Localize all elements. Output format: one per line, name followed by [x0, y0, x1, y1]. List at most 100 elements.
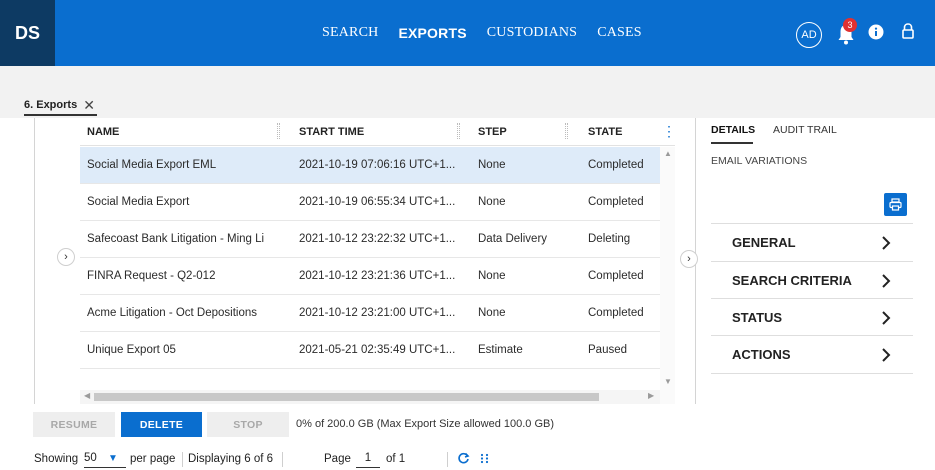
chevron-down-icon: ▼	[108, 453, 118, 464]
cell-step: None	[478, 159, 506, 171]
pager-showing-label: Showing	[34, 453, 79, 465]
table-row[interactable]: Safecoast Bank Litigation - Ming Li 2021…	[80, 221, 660, 258]
cell-start-time: 2021-10-12 23:21:36 UTC+1...	[299, 270, 456, 282]
cell-state: Completed	[588, 196, 644, 208]
section-label: STATUS	[732, 310, 783, 325]
table-row[interactable]: Social Media Export 2021-10-19 06:55:34 …	[80, 184, 660, 221]
column-header-name[interactable]: NAME	[87, 118, 119, 146]
nav-search[interactable]: SEARCH	[322, 25, 378, 41]
cell-start-time: 2021-10-12 23:22:32 UTC+1...	[299, 233, 456, 245]
delete-button[interactable]: DELETE	[121, 412, 202, 437]
info-icon[interactable]	[868, 24, 884, 40]
cell-step: Data Delivery	[478, 233, 548, 245]
cell-state: Completed	[588, 159, 644, 171]
expand-details-chevron-icon[interactable]: ›	[680, 250, 698, 268]
tab-details[interactable]: DETAILS	[711, 124, 755, 136]
displaying-count: Displaying 6 of 6	[188, 453, 274, 465]
column-header-start-time[interactable]: START TIME	[299, 118, 364, 146]
section-label: GENERAL	[732, 235, 796, 250]
tab-audit-trail[interactable]: AUDIT TRAIL	[773, 124, 837, 136]
column-header-step[interactable]: STEP	[478, 118, 507, 146]
section-label: ACTIONS	[732, 347, 791, 362]
pager-divider	[282, 452, 283, 467]
page-tab-exports[interactable]: 6. Exports ✕	[24, 96, 97, 116]
lock-icon[interactable]	[900, 22, 916, 40]
horizontal-scrollbar[interactable]: ◀ ▶	[80, 390, 660, 404]
tab-strip	[0, 66, 935, 118]
active-tab-indicator	[711, 142, 753, 144]
nav-cases[interactable]: CASES	[597, 25, 642, 41]
column-header-state[interactable]: STATE	[588, 118, 622, 146]
refresh-icon[interactable]	[457, 452, 470, 465]
cell-state: Completed	[588, 307, 644, 319]
cell-step: None	[478, 307, 506, 319]
cell-name: Safecoast Bank Litigation - Ming Li	[87, 233, 265, 245]
column-resize-handle[interactable]	[277, 123, 280, 139]
printer-icon	[889, 198, 902, 211]
chevron-right-icon	[882, 311, 891, 325]
per-page-label: per page	[130, 453, 176, 465]
scroll-left-icon[interactable]: ◀	[84, 391, 90, 400]
chevron-right-icon	[882, 348, 891, 362]
table-row[interactable]: FINRA Request - Q2-012 2021-10-12 23:21:…	[80, 258, 660, 295]
cell-start-time: 2021-10-12 23:21:00 UTC+1...	[299, 307, 456, 319]
print-button[interactable]	[884, 193, 907, 216]
vertical-scrollbar[interactable]: ▲ ▼	[660, 147, 675, 404]
page-tab-label: 6. Exports	[24, 99, 78, 111]
top-bar: DS SEARCH EXPORTS CUSTODIANS CASES AD 3	[0, 0, 935, 66]
export-size-info: 0% of 200.0 GB (Max Export Size allowed …	[296, 418, 555, 430]
cell-step: None	[478, 270, 506, 282]
page-label: Page	[324, 453, 351, 465]
cell-step: Estimate	[478, 344, 523, 356]
user-avatar[interactable]: AD	[796, 22, 822, 48]
section-status[interactable]: STATUS	[711, 298, 913, 336]
scroll-up-icon[interactable]: ▲	[664, 149, 672, 158]
horizontal-scroll-thumb[interactable]	[94, 393, 599, 401]
app-logo[interactable]: DS	[0, 0, 55, 66]
section-divider	[711, 373, 913, 374]
page-total: of 1	[386, 453, 406, 465]
cell-start-time: 2021-05-21 02:35:49 UTC+1...	[299, 344, 456, 356]
exports-grid: NAME START TIME STEP STATE ⋮ Social Medi…	[80, 118, 676, 404]
table-row[interactable]: Acme Litigation - Oct Depositions 2021-1…	[80, 295, 660, 332]
resume-button[interactable]: RESUME	[33, 412, 115, 437]
cell-name: Social Media Export	[87, 196, 190, 208]
grid-rows: Social Media Export EML 2021-10-19 07:06…	[80, 147, 660, 369]
cell-state: Deleting	[588, 233, 631, 245]
main-nav: SEARCH EXPORTS CUSTODIANS CASES	[322, 0, 662, 66]
expand-left-panel-chevron-icon[interactable]: ›	[57, 248, 75, 266]
scroll-down-icon[interactable]: ▼	[664, 377, 672, 386]
cell-start-time: 2021-10-19 07:06:16 UTC+1...	[299, 159, 456, 171]
nav-exports[interactable]: EXPORTS	[398, 25, 466, 41]
drag-handle-icon[interactable]	[480, 453, 489, 464]
section-general[interactable]: GENERAL	[711, 223, 913, 261]
section-label: SEARCH CRITERIA	[732, 273, 852, 288]
left-panel-divider	[34, 118, 35, 404]
section-actions[interactable]: ACTIONS	[711, 335, 913, 373]
close-icon[interactable]: ✕	[83, 97, 95, 114]
per-page-select[interactable]: 50 ▼	[84, 448, 126, 468]
stop-button[interactable]: STOP	[207, 412, 289, 437]
column-resize-handle[interactable]	[457, 123, 460, 139]
column-resize-handle[interactable]	[565, 123, 568, 139]
section-search-criteria[interactable]: SEARCH CRITERIA	[711, 261, 913, 299]
page-number-input[interactable]: 1	[356, 448, 380, 468]
pager-divider	[182, 452, 183, 467]
cell-name: FINRA Request - Q2-012	[87, 270, 216, 282]
column-menu-icon[interactable]: ⋮	[662, 124, 676, 140]
table-row[interactable]: Unique Export 05 2021-05-21 02:35:49 UTC…	[80, 332, 660, 369]
cell-name: Unique Export 05	[87, 344, 176, 356]
pager-divider	[447, 452, 448, 467]
chevron-right-icon	[882, 236, 891, 250]
scroll-right-icon[interactable]: ▶	[648, 391, 654, 400]
grid-header: NAME START TIME STEP STATE ⋮	[80, 118, 676, 146]
details-subtitle: EMAIL VARIATIONS	[711, 155, 808, 167]
per-page-value: 50	[84, 452, 97, 464]
nav-custodians[interactable]: CUSTODIANS	[487, 25, 577, 41]
cell-state: Paused	[588, 344, 628, 356]
chevron-right-icon	[882, 274, 891, 288]
cell-start-time: 2021-10-19 06:55:34 UTC+1...	[299, 196, 456, 208]
cell-name: Acme Litigation - Oct Depositions	[87, 307, 258, 319]
cell-name: Social Media Export EML	[87, 159, 217, 171]
table-row[interactable]: Social Media Export EML 2021-10-19 07:06…	[80, 147, 660, 184]
